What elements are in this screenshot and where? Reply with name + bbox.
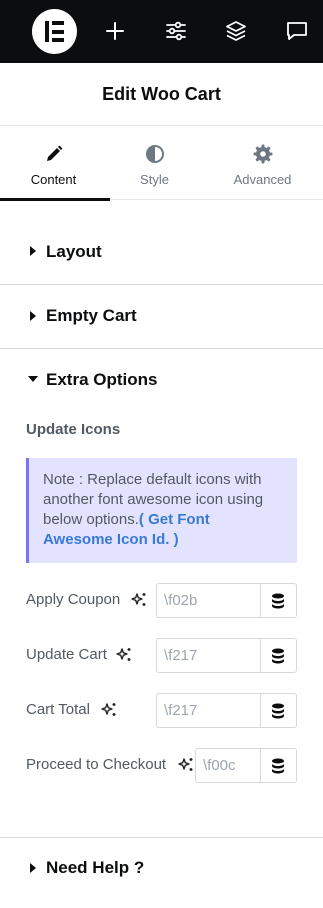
top-bar: [0, 0, 323, 63]
tab-style-label: Style: [140, 172, 169, 187]
caret-down-icon[interactable]: [28, 376, 38, 382]
tab-advanced-label: Advanced: [233, 172, 292, 187]
control-cart-total: Cart Total: [26, 693, 297, 728]
section-title[interactable]: Extra Options: [46, 370, 157, 390]
sparkle-icon[interactable]: [100, 701, 118, 719]
sliders-icon[interactable]: [163, 18, 189, 44]
database-icon: [272, 648, 284, 664]
sparkle-icon[interactable]: [177, 756, 195, 774]
panel-header: Edit Woo Cart: [0, 63, 323, 126]
section-title: Layout: [46, 242, 102, 261]
sparkle-icon[interactable]: [115, 646, 133, 664]
plus-icon[interactable]: [102, 18, 128, 44]
proceed-to-checkout-icon-input[interactable]: [195, 748, 261, 783]
control-proceed-to-checkout: Proceed to Checkout: [26, 748, 297, 783]
control-update-cart: Update Cart: [26, 638, 297, 673]
dynamic-tags-button[interactable]: [261, 693, 297, 728]
section-title: Need Help ?: [46, 858, 145, 877]
section-need-help[interactable]: Need Help ?: [0, 838, 323, 908]
contrast-icon: [144, 143, 166, 165]
database-icon: [272, 593, 284, 609]
tab-advanced[interactable]: Advanced: [209, 127, 316, 200]
control-apply-coupon: Apply Coupon: [26, 583, 297, 618]
section-title: Empty Cart: [46, 306, 137, 325]
dynamic-tags-button[interactable]: [261, 748, 297, 783]
database-icon: [272, 758, 284, 774]
database-icon: [272, 703, 284, 719]
tab-style[interactable]: Style: [101, 127, 208, 200]
control-label: Update Cart: [26, 646, 107, 663]
tab-content[interactable]: Content: [0, 127, 110, 201]
sparkle-icon[interactable]: [130, 591, 148, 609]
gear-icon: [252, 143, 274, 165]
control-label: Proceed to Checkout: [26, 756, 167, 773]
chat-icon[interactable]: [284, 18, 310, 44]
dynamic-tags-button[interactable]: [261, 583, 297, 618]
page-title: Edit Woo Cart: [102, 83, 221, 104]
dynamic-tags-button[interactable]: [261, 638, 297, 673]
apply-coupon-icon-input[interactable]: [156, 583, 261, 618]
caret-right-icon: [30, 863, 36, 873]
pencil-icon: [43, 143, 65, 165]
info-note: Note : Replace default icons with anothe…: [26, 458, 297, 563]
section-layout[interactable]: Layout: [0, 200, 323, 285]
section-empty-cart[interactable]: Empty Cart: [0, 285, 323, 349]
update-cart-icon-input[interactable]: [156, 638, 261, 673]
tab-bar: Content Style Advanced: [0, 127, 323, 201]
cart-total-icon-input[interactable]: [156, 693, 261, 728]
caret-right-icon: [30, 311, 36, 321]
layers-icon[interactable]: [223, 18, 249, 44]
caret-right-icon: [30, 246, 36, 256]
tab-content-label: Content: [30, 172, 77, 187]
control-label: Cart Total: [26, 701, 90, 718]
update-icons-heading: Update Icons: [26, 421, 121, 438]
elementor-logo[interactable]: [32, 9, 77, 54]
control-label: Apply Coupon: [26, 591, 121, 608]
